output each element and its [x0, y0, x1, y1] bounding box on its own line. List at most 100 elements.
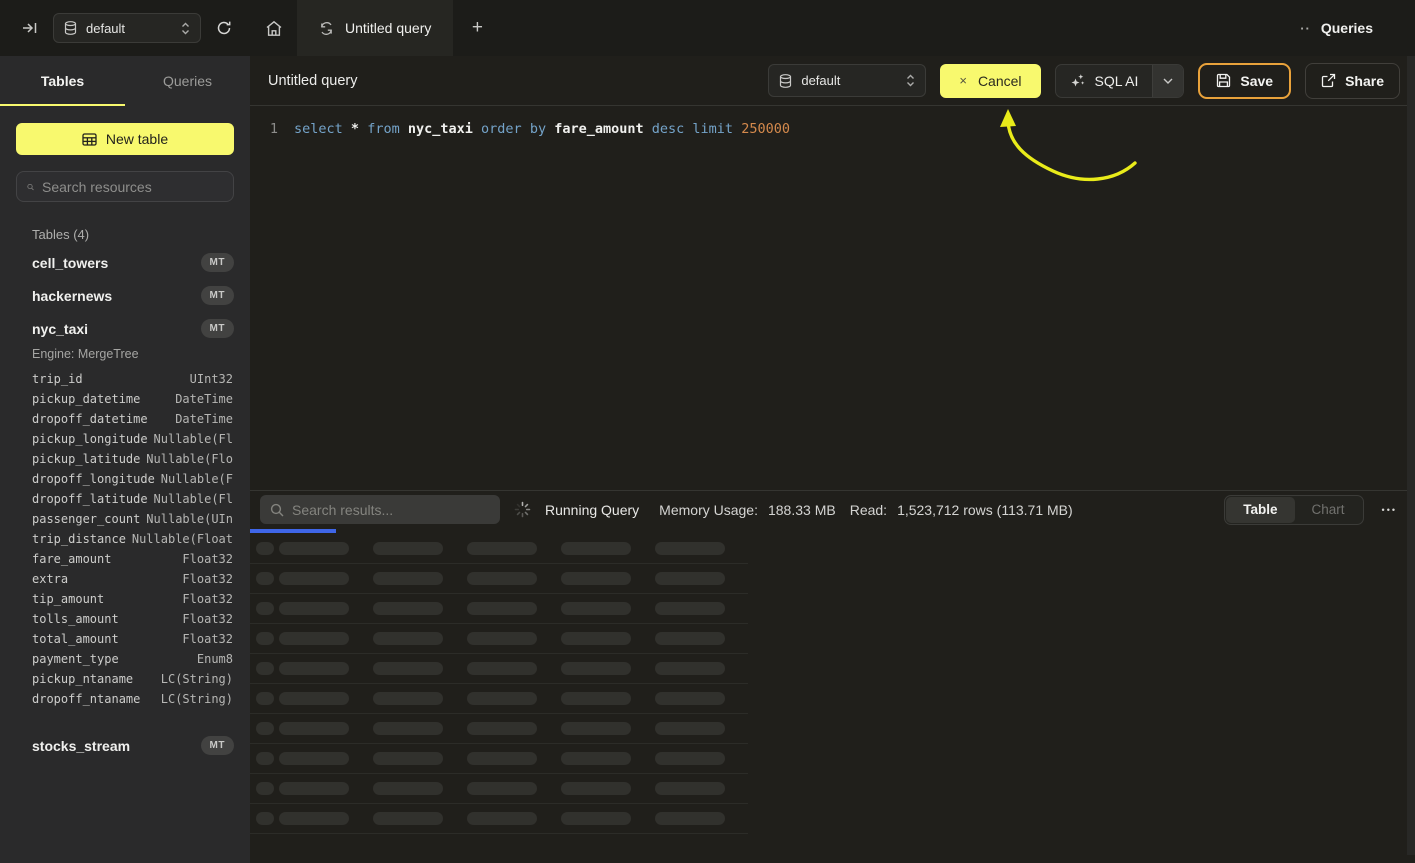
skeleton-cell: [373, 632, 443, 645]
skeleton-row: [250, 744, 748, 774]
memory-usage-value: 188.33 MB: [768, 502, 836, 518]
table-row[interactable]: cell_towers MT: [0, 246, 250, 279]
tables-list: cell_towers MT hackernews MT nyc_taxi MT…: [0, 246, 250, 762]
skeleton-cell: [467, 692, 537, 705]
sql-token: [733, 121, 741, 137]
column-type: LC(String): [161, 672, 233, 686]
view-toggle: Table Chart: [1224, 495, 1363, 525]
skeleton-cell: [373, 662, 443, 675]
scrollbar-track[interactable]: [1407, 56, 1415, 855]
save-button[interactable]: Save: [1198, 63, 1291, 99]
skeleton-cell: [467, 722, 537, 735]
sql-token: [522, 121, 530, 137]
column-type: Float32: [182, 612, 233, 626]
column-type: Enum8: [197, 652, 233, 666]
column-name: dropoff_longitude: [32, 472, 155, 486]
results-search[interactable]: [260, 495, 500, 524]
view-toggle-chart[interactable]: Chart: [1295, 497, 1362, 523]
skeleton-cell: [561, 722, 631, 735]
skeleton-cell: [373, 572, 443, 585]
sql-editor[interactable]: 1 select * from nyc_taxi order by fare_a…: [250, 106, 1415, 490]
sql-token: order: [481, 121, 522, 137]
skeleton-cell: [467, 662, 537, 675]
column-type: Nullable(F: [161, 472, 233, 486]
table-engine-label: Engine: MergeTree: [0, 345, 250, 367]
skeleton-cell: [561, 662, 631, 675]
close-icon: ×: [959, 73, 967, 88]
skeleton-cell: [467, 542, 537, 555]
read-label: Read:: [850, 502, 887, 518]
column-row: total_amount Float32: [32, 629, 233, 649]
skeleton-cell: [279, 572, 349, 585]
sidebar-tab-queries[interactable]: Queries: [125, 56, 250, 106]
cancel-button[interactable]: × Cancel: [940, 64, 1040, 98]
chevron-updown-icon: [181, 22, 190, 35]
table-row[interactable]: hackernews MT: [0, 279, 250, 312]
sql-token: nyc_taxi: [408, 121, 473, 137]
spacer: [0, 717, 250, 729]
column-name: total_amount: [32, 632, 119, 646]
results-search-input[interactable]: [292, 502, 490, 518]
skeleton-cell: [373, 542, 443, 555]
sql-token: 250000: [741, 121, 790, 137]
table-name: hackernews: [32, 288, 112, 304]
column-type: Float32: [182, 552, 233, 566]
column-type: Nullable(Float: [132, 532, 233, 546]
queries-link[interactable]: ·· Queries: [1300, 0, 1415, 56]
skeleton-cell: [467, 782, 537, 795]
sidebar-search-input[interactable]: [42, 179, 223, 195]
column-name: dropoff_latitude: [32, 492, 148, 506]
column-name: fare_amount: [32, 552, 111, 566]
tables-section-label: Tables (4): [32, 227, 250, 242]
database-selector[interactable]: default: [53, 13, 201, 43]
column-name: pickup_datetime: [32, 392, 140, 406]
sql-token: [546, 121, 554, 137]
column-name: pickup_longitude: [32, 432, 148, 446]
column-row: passenger_count Nullable(UIn: [32, 509, 233, 529]
sql-ai-button[interactable]: SQL AI: [1055, 64, 1185, 98]
sparkles-icon: [1070, 73, 1086, 89]
table-name: nyc_taxi: [32, 321, 88, 337]
skeleton-cell: [655, 542, 725, 555]
table-name: cell_towers: [32, 255, 108, 271]
column-row: dropoff_longitude Nullable(F: [32, 469, 233, 489]
view-toggle-table[interactable]: Table: [1226, 497, 1294, 523]
table-row[interactable]: stocks_stream MT: [0, 729, 250, 762]
skeleton-cell: [373, 782, 443, 795]
share-button[interactable]: Share: [1305, 63, 1400, 99]
queries-dots-icon: ··: [1300, 21, 1311, 36]
column-row: fare_amount Float32: [32, 549, 233, 569]
column-name: trip_id: [32, 372, 83, 386]
skeleton-cell: [561, 572, 631, 585]
refresh-icon[interactable]: [216, 20, 232, 36]
cancel-label: Cancel: [978, 73, 1022, 89]
database-icon: [64, 21, 77, 35]
sidebar-tabs: Tables Queries: [0, 56, 250, 106]
new-table-button[interactable]: New table: [16, 123, 234, 155]
editor-database-selector[interactable]: default: [768, 64, 926, 97]
table-row[interactable]: nyc_taxi MT: [0, 312, 250, 345]
sql-ai-dropdown[interactable]: [1152, 65, 1183, 97]
sidebar-collapse-icon[interactable]: [22, 21, 38, 35]
share-label: Share: [1345, 73, 1384, 89]
home-tab[interactable]: [250, 0, 297, 56]
memory-usage: Memory Usage: 188.33 MB: [659, 502, 836, 518]
sidebar-tab-tables[interactable]: Tables: [0, 56, 125, 106]
new-tab-button[interactable]: +: [453, 0, 501, 56]
skeleton-row: [250, 594, 748, 624]
column-name: extra: [32, 572, 68, 586]
column-name: dropoff_ntaname: [32, 692, 140, 706]
column-name: payment_type: [32, 652, 119, 666]
column-row: dropoff_datetime DateTime: [32, 409, 233, 429]
skeleton-row: [250, 534, 748, 564]
topbar: default: [0, 0, 1415, 56]
skeleton-cell: [373, 812, 443, 825]
tab-untitled-query[interactable]: Untitled query: [297, 0, 453, 56]
skeleton-cell: [256, 812, 274, 825]
sql-ai-main[interactable]: SQL AI: [1056, 65, 1153, 97]
database-icon: [779, 74, 792, 88]
more-options-button[interactable]: •••: [1378, 505, 1401, 515]
new-table-label: New table: [106, 131, 168, 147]
sidebar-search[interactable]: [16, 171, 234, 202]
skeleton-cell: [256, 692, 274, 705]
